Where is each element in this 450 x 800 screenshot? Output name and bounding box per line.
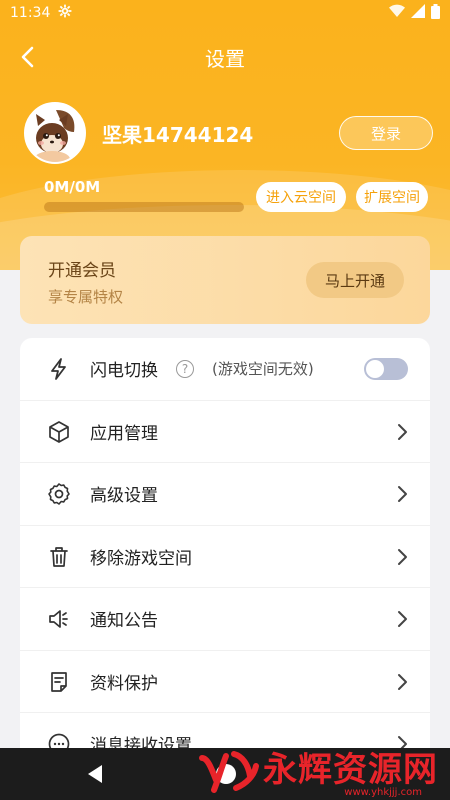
menu-item-notifications[interactable]: 通知公告: [20, 588, 430, 651]
chevron-right-icon: [396, 673, 408, 691]
vip-subtitle: 享专属特权: [48, 288, 124, 306]
watermark: 永辉资源网 www.yhkjjj.com: [263, 752, 438, 798]
status-bar: 11:34: [0, 0, 450, 26]
chevron-right-icon: [396, 485, 408, 503]
gear-icon: [47, 482, 71, 506]
avatar[interactable]: [24, 102, 86, 164]
speaker-icon: [47, 607, 71, 631]
help-icon[interactable]: ?: [176, 360, 194, 378]
login-button[interactable]: 登录: [339, 116, 433, 150]
trash-icon: [47, 545, 71, 569]
menu-item-label: 闪电切换: [90, 361, 158, 382]
menu-item-label: 通知公告: [90, 611, 158, 632]
watermark-logo-icon: [196, 748, 262, 800]
menu-item-label: 应用管理: [90, 423, 158, 444]
status-time: 11:34: [10, 5, 51, 21]
settings-menu: 闪电切换 ? (游戏空间无效) 应用管理 高级设置 移除游戏空间 通知公告 资料…: [20, 338, 430, 758]
menu-item-app-management[interactable]: 应用管理: [20, 401, 430, 463]
page-title: 设置: [205, 46, 245, 71]
cube-icon: [47, 420, 71, 444]
menu-item-label: 移除游戏空间: [90, 548, 192, 569]
toggle-knob: [366, 360, 384, 378]
menu-item-advanced-settings[interactable]: 高级设置: [20, 463, 430, 526]
watermark-url: www.yhkjjj.com: [344, 787, 422, 798]
back-arrow-icon[interactable]: [16, 44, 42, 70]
menu-item-data-protection[interactable]: 资料保护: [20, 651, 430, 713]
document-icon: [47, 670, 71, 694]
menu-item-label: 高级设置: [90, 486, 158, 507]
username: 坚果14744124: [102, 122, 254, 147]
flash-switch-note: (游戏空间无效): [212, 360, 314, 379]
storage-progress-bar: [44, 202, 244, 212]
chevron-right-icon: [396, 610, 408, 628]
title-bar: 设置: [0, 36, 450, 78]
navigation-bar: 永辉资源网 www.yhkjjj.com: [0, 748, 450, 800]
expand-space-button[interactable]: 扩展空间: [356, 182, 428, 212]
enter-cloud-space-button[interactable]: 进入云空间: [256, 182, 346, 212]
watermark-text: 永辉资源网: [263, 750, 438, 790]
flash-switch-toggle[interactable]: [364, 358, 408, 380]
chevron-right-icon: [396, 423, 408, 441]
nav-back-icon[interactable]: [86, 764, 104, 784]
vip-card[interactable]: 开通会员 享专属特权 马上开通: [20, 236, 430, 324]
wifi-icon: [389, 4, 405, 22]
lightning-icon: [47, 357, 71, 381]
settings-status-icon: [58, 4, 72, 22]
battery-icon: [431, 3, 440, 23]
menu-item-remove-game-space[interactable]: 移除游戏空间: [20, 526, 430, 588]
menu-item-label: 资料保护: [90, 673, 158, 694]
vip-open-button[interactable]: 马上开通: [306, 262, 404, 298]
chevron-right-icon: [396, 548, 408, 566]
vip-title: 开通会员: [48, 261, 116, 281]
profile-section: 坚果14744124: [24, 102, 253, 164]
storage-usage-text: 0M/0M: [44, 178, 101, 196]
signal-icon: [411, 4, 425, 22]
menu-item-flash-switch: 闪电切换 ? (游戏空间无效): [20, 338, 430, 401]
